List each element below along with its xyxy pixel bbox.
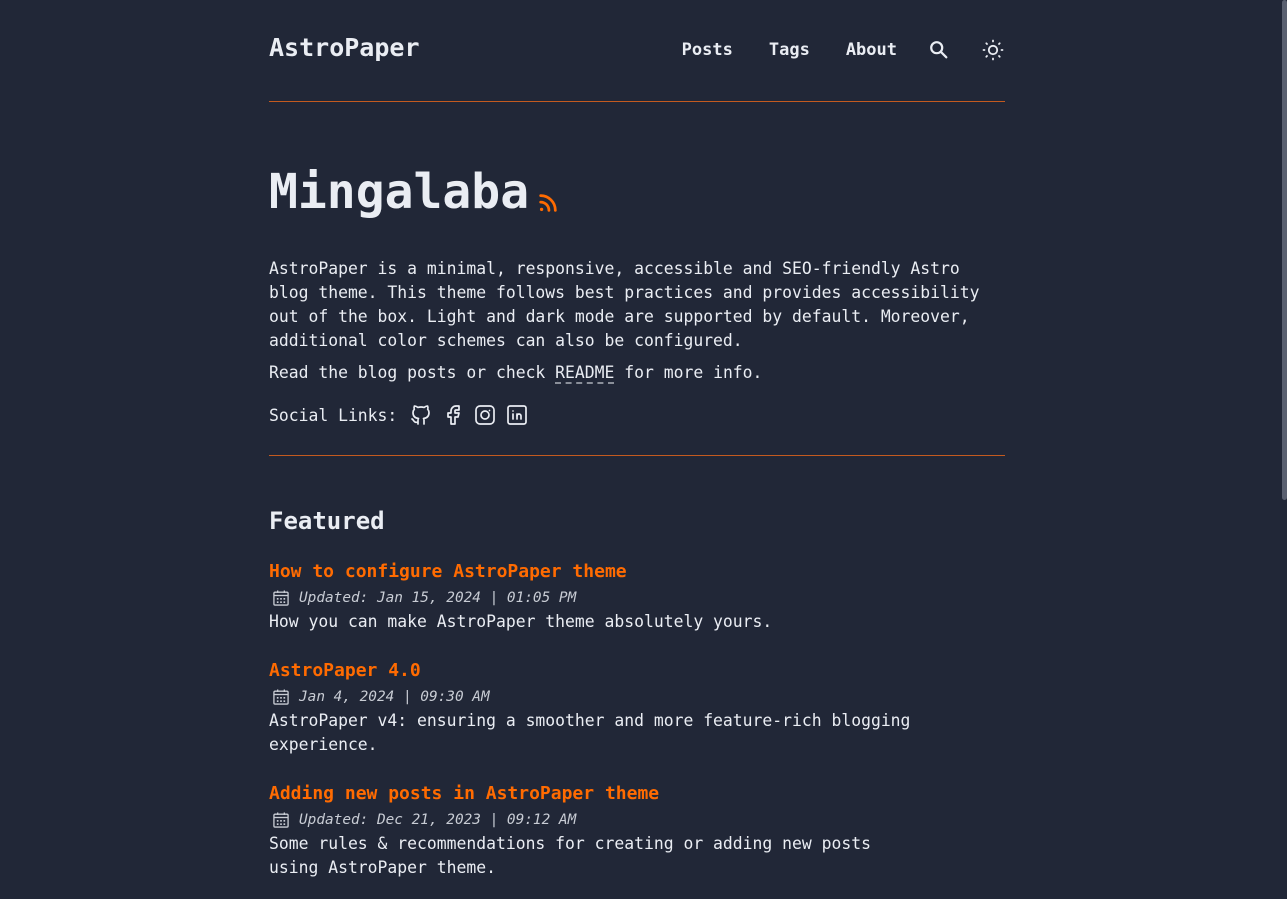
post-date: Updated: Jan 15, 2024 | 01:05 PM: [299, 590, 577, 606]
featured-section: Featured How to configure AstroPaper the…: [269, 456, 1005, 880]
page: AstroPaper Posts Tags About Mingalaba As…: [0, 0, 1287, 899]
post-date: Jan 4, 2024 | 09:30 AM: [299, 689, 490, 705]
nav-posts[interactable]: Posts: [682, 40, 733, 60]
post-item: AstroPaper 4.0 Jan 4, 2024 | 09:30 AM As…: [269, 659, 1005, 757]
sun-icon[interactable]: [981, 38, 1005, 62]
readme-suffix: for more info.: [614, 363, 763, 382]
hero-intro-text: AstroPaper is a minimal, responsive, acc…: [269, 259, 980, 350]
post-date: Updated: Dec 21, 2023 | 09:12 AM: [299, 812, 577, 828]
post-item: How to configure AstroPaper theme Update…: [269, 560, 1005, 634]
github-icon[interactable]: [409, 403, 433, 427]
rss-icon[interactable]: [537, 192, 559, 214]
nav-about[interactable]: About: [846, 40, 897, 60]
hero-section: Mingalaba AstroPaper is a minimal, respo…: [269, 102, 1005, 456]
social-links: Social Links:: [269, 403, 1005, 427]
post-description: How you can make AstroPaper theme absolu…: [269, 612, 773, 631]
calendar-icon: [271, 687, 291, 707]
featured-heading: Featured: [269, 507, 385, 535]
site-header: AstroPaper Posts Tags About: [269, 0, 1005, 102]
readme-link[interactable]: README: [555, 363, 615, 384]
main-nav: Posts Tags About: [682, 34, 1005, 66]
hero-description: AstroPaper is a minimal, responsive, acc…: [269, 257, 1005, 385]
linkedin-icon[interactable]: [505, 403, 529, 427]
main-container: AstroPaper Posts Tags About Mingalaba As…: [269, 0, 1005, 899]
post-item: Adding new posts in AstroPaper theme Upd…: [269, 782, 1005, 880]
scrollbar[interactable]: [1282, 0, 1287, 500]
post-description: AstroPaper v4: ensuring a smoother and m…: [269, 711, 911, 754]
post-meta: Jan 4, 2024 | 09:30 AM: [269, 685, 1005, 709]
hero-readme-line: Read the blog posts or check README for …: [269, 361, 1005, 385]
post-title-link[interactable]: AstroPaper 4.0: [269, 659, 421, 683]
post-title-link[interactable]: Adding new posts in AstroPaper theme: [269, 782, 659, 806]
site-logo[interactable]: AstroPaper: [269, 33, 420, 62]
instagram-icon[interactable]: [473, 403, 497, 427]
post-meta: Updated: Jan 15, 2024 | 01:05 PM: [269, 586, 1005, 610]
featured-posts-list: How to configure AstroPaper theme Update…: [269, 560, 1005, 880]
nav-tags[interactable]: Tags: [769, 40, 810, 60]
search-icon[interactable]: [927, 38, 951, 62]
facebook-icon[interactable]: [441, 403, 465, 427]
social-links-label: Social Links:: [269, 405, 398, 425]
post-meta: Updated: Dec 21, 2023 | 09:12 AM: [269, 808, 1005, 832]
post-title-link[interactable]: How to configure AstroPaper theme: [269, 560, 627, 584]
calendar-icon: [271, 588, 291, 608]
post-description: Some rules & recommendations for creatin…: [269, 834, 871, 877]
calendar-icon: [271, 810, 291, 830]
hero-title-row: Mingalaba: [269, 162, 1005, 222]
hero-title: Mingalaba: [269, 164, 530, 220]
readme-prefix: Read the blog posts or check: [269, 363, 556, 382]
